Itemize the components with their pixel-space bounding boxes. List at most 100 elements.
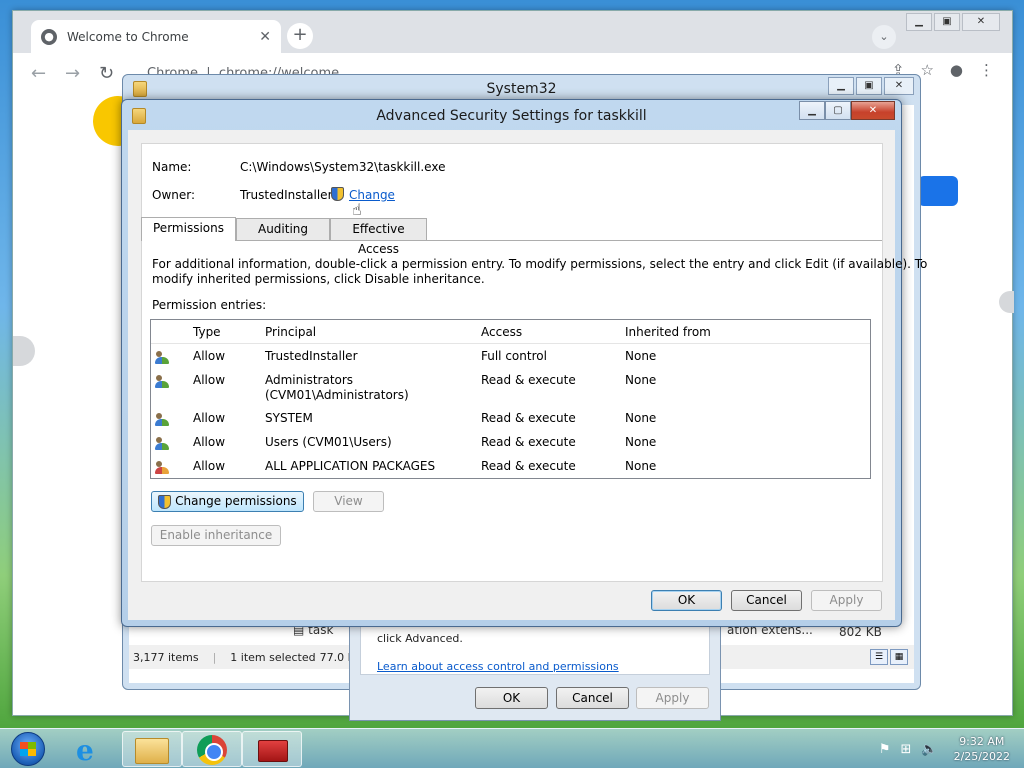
change-permissions-button[interactable]: Change permissions	[151, 491, 304, 512]
uac-shield-icon	[158, 494, 172, 509]
close-button[interactable]: ✕	[884, 77, 914, 95]
column-principal[interactable]: Principal	[265, 325, 316, 339]
entry-principal: ALL APPLICATION PACKAGES	[265, 459, 436, 473]
chrome-window-controls: ▁ ▣ ✕	[904, 13, 1000, 31]
dialog-window-controls: ▁ ▢ ✕	[799, 101, 895, 120]
close-button[interactable]: ✕	[851, 101, 895, 120]
permission-entries-label: Permission entries:	[152, 298, 267, 312]
enable-inheritance-button[interactable]: Enable inheritance	[151, 525, 281, 546]
chrome-titlebar: ● Welcome to Chrome ✕ + ⌄ ▁ ▣ ✕	[13, 11, 1012, 53]
maximize-button[interactable]: ▣	[856, 77, 882, 95]
view-button[interactable]: View	[313, 491, 384, 512]
cancel-button[interactable]: Cancel	[731, 590, 802, 611]
entry-inherited: None	[625, 349, 657, 363]
entry-type: Allow	[193, 411, 226, 425]
volume-icon[interactable]: 🔈	[921, 742, 937, 757]
welcome-illustration	[999, 291, 1014, 313]
tab-permissions[interactable]: Permissions	[141, 217, 236, 241]
entry-access: Read & execute	[481, 373, 576, 387]
maximize-button[interactable]: ▣	[934, 13, 960, 31]
file-explorer-icon	[135, 738, 169, 764]
clock-date: 2/25/2022	[953, 750, 1010, 763]
info-text-line2: modify inherited permissions, click Disa…	[152, 272, 485, 286]
tab-auditing[interactable]: Auditing	[236, 218, 330, 240]
taskbar-toolbox[interactable]	[242, 731, 302, 767]
minimize-button[interactable]: ▁	[799, 101, 825, 120]
table-row[interactable]: Allow Users (CVM01\Users) Read & execute…	[151, 435, 870, 457]
tab-effective-access[interactable]: Effective Access	[330, 218, 427, 256]
chrome-tab[interactable]: ● Welcome to Chrome ✕	[31, 20, 281, 53]
tab-search-icon[interactable]: ⌄	[872, 25, 896, 49]
apply-button[interactable]: Apply	[811, 590, 882, 611]
users-icon	[155, 373, 171, 389]
tab-title: Welcome to Chrome	[67, 29, 189, 44]
app-packages-icon	[155, 459, 171, 475]
table-row[interactable]: Allow SYSTEM Read & execute None	[151, 411, 870, 433]
taskbar-chrome[interactable]	[182, 731, 242, 767]
new-tab-button[interactable]: +	[287, 23, 313, 49]
entry-principal: TrustedInstaller	[265, 349, 358, 363]
learn-access-control-link[interactable]: Learn about access control and permissio…	[377, 660, 619, 673]
minimize-button[interactable]: ▁	[906, 13, 932, 31]
entry-type: Allow	[193, 459, 226, 473]
permission-entries-list[interactable]: Type Principal Access Inherited from All…	[150, 319, 871, 479]
entry-access: Read & execute	[481, 435, 576, 449]
taskbar: e ⚑ ⊞ 🔈 9:32 AM 2/25/2022	[0, 728, 1024, 768]
details-view-icon[interactable]: ☰	[870, 649, 888, 665]
properties-apply-button[interactable]: Apply	[636, 687, 709, 709]
start-button[interactable]	[2, 730, 54, 768]
dialog-title: Advanced Security Settings for taskkill	[376, 108, 647, 124]
entry-access: Read & execute	[481, 459, 576, 473]
forward-icon[interactable]: →	[65, 63, 99, 84]
tab-divider	[236, 240, 882, 241]
column-access[interactable]: Access	[481, 325, 522, 339]
taskbar-file-explorer[interactable]	[122, 731, 182, 767]
properties-ok-button[interactable]: OK	[475, 687, 548, 709]
back-icon[interactable]: ←	[31, 63, 65, 84]
entry-type: Allow	[193, 349, 226, 363]
entry-inherited: None	[625, 459, 657, 473]
uac-shield-icon	[331, 186, 344, 201]
status-item-count: 3,177 items	[133, 650, 199, 664]
bookmark-star-icon[interactable]: ☆	[920, 61, 933, 79]
taskbar-internet-explorer[interactable]: e	[62, 731, 122, 767]
hand-cursor-icon: ☝	[352, 200, 362, 219]
chrome-icon	[197, 735, 227, 765]
globe-icon: ●	[41, 28, 57, 45]
action-center-flag-icon[interactable]: ⚑	[879, 742, 891, 757]
tab-close-icon[interactable]: ✕	[259, 29, 271, 45]
properties-cancel-button[interactable]: Cancel	[556, 687, 629, 709]
entry-access: Full control	[481, 349, 547, 363]
table-row[interactable]: Allow Administrators (CVM01\Administrato…	[151, 373, 870, 409]
column-type[interactable]: Type	[193, 325, 221, 339]
users-icon	[155, 411, 171, 427]
users-icon	[155, 349, 171, 365]
toolbox-icon	[258, 740, 288, 762]
entry-type: Allow	[193, 373, 226, 387]
large-icons-view-icon[interactable]: ▦	[890, 649, 908, 665]
entry-access: Read & execute	[481, 411, 576, 425]
column-inherited-from[interactable]: Inherited from	[625, 325, 711, 339]
owner-label: Owner:	[152, 188, 196, 202]
welcome-illustration	[13, 336, 35, 366]
entry-principal: SYSTEM	[265, 411, 313, 425]
entry-inherited: None	[625, 411, 657, 425]
profile-icon[interactable]: ●	[950, 61, 963, 79]
table-row[interactable]: Allow TrustedInstaller Full control None	[151, 349, 870, 371]
minimize-button[interactable]: ▁	[828, 77, 854, 95]
maximize-button[interactable]: ▢	[825, 101, 851, 120]
explorer-title: System32	[486, 81, 557, 97]
advanced-hint: click Advanced.	[377, 632, 463, 645]
menu-icon[interactable]: ⋮	[979, 61, 994, 79]
ok-button[interactable]: OK	[651, 590, 722, 611]
file-size: 802 KB	[839, 625, 882, 639]
change-permissions-label: Change permissions	[175, 494, 297, 508]
name-value: C:\Windows\System32\taskkill.exe	[240, 160, 446, 174]
network-icon[interactable]: ⊞	[901, 742, 912, 757]
table-row[interactable]: Allow ALL APPLICATION PACKAGES Read & ex…	[151, 459, 870, 481]
users-icon	[155, 435, 171, 451]
clock[interactable]: 9:32 AM 2/25/2022	[954, 734, 1010, 764]
entry-type: Allow	[193, 435, 226, 449]
entry-inherited: None	[625, 435, 657, 449]
close-button[interactable]: ✕	[962, 13, 1000, 31]
